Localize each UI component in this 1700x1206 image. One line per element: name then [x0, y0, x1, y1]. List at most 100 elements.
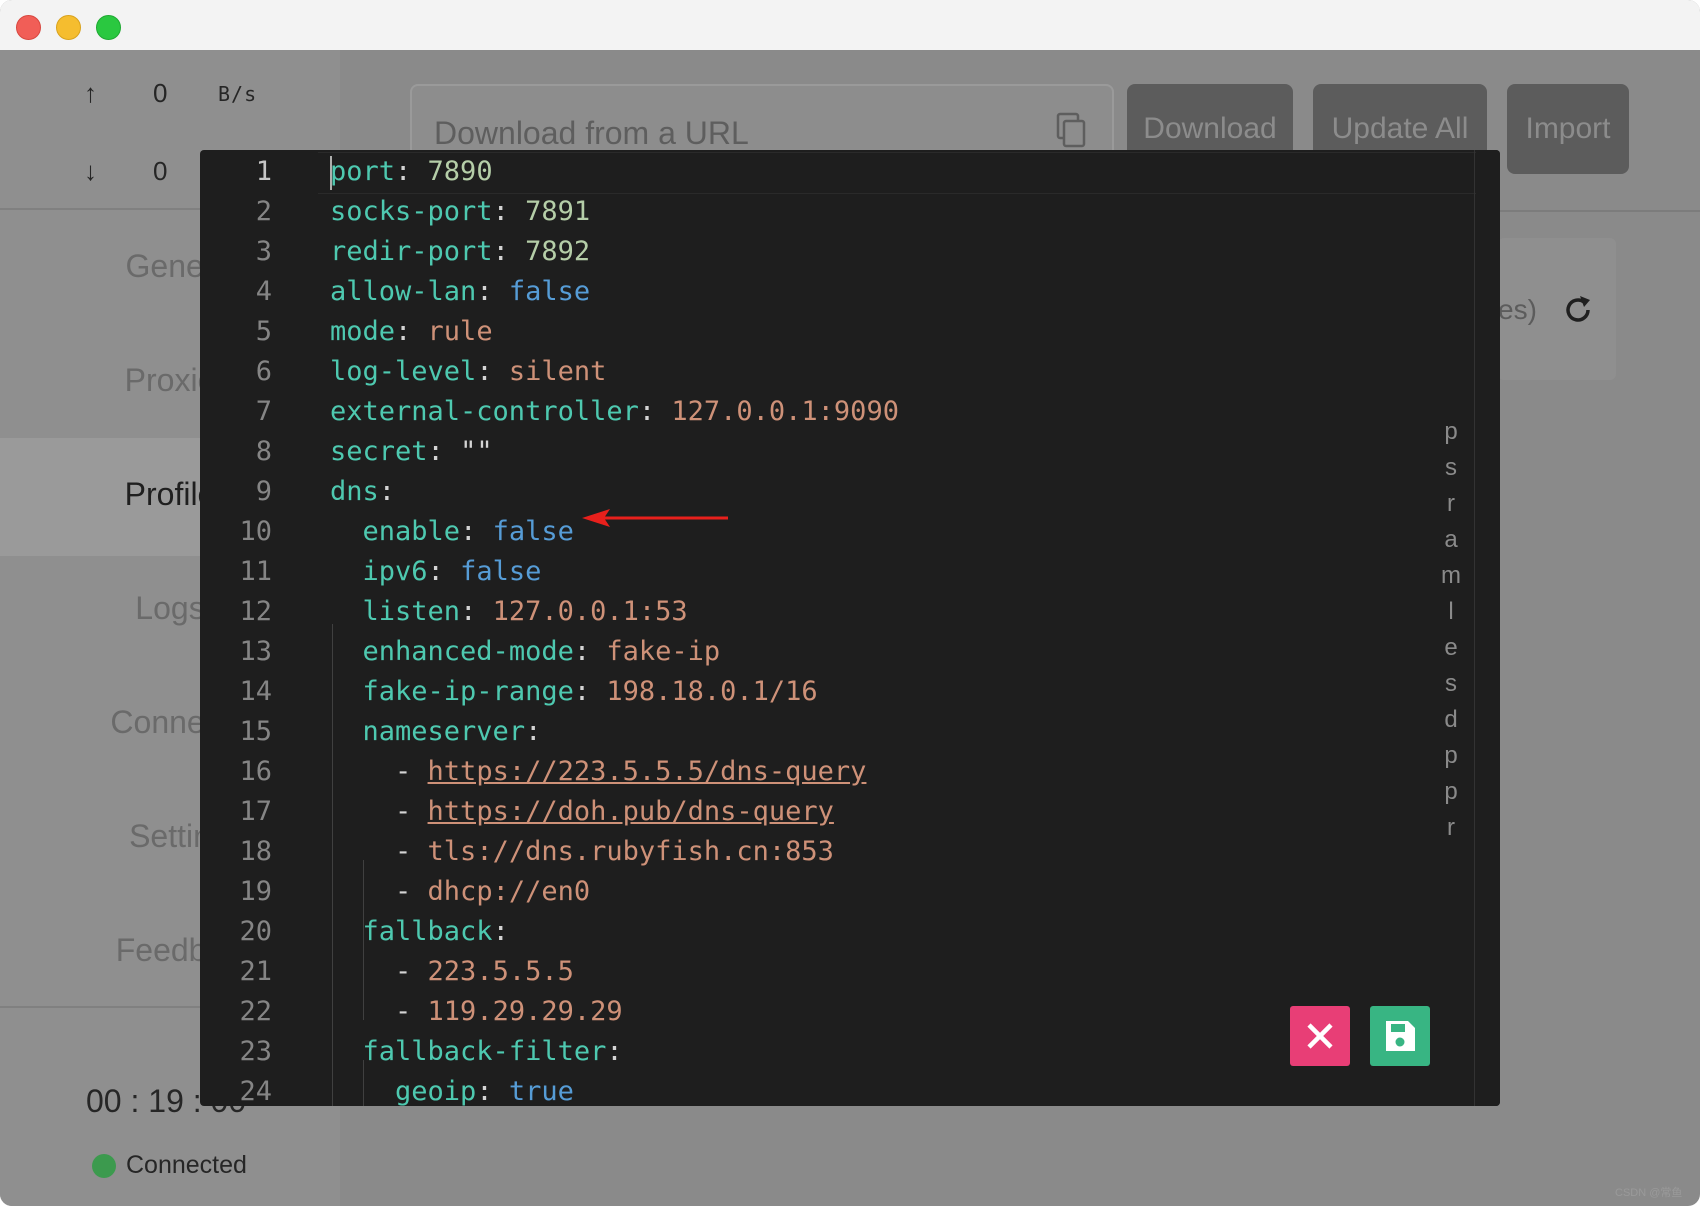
yaml-value: 198.18.0.1/16 [606, 676, 818, 707]
code-line[interactable]: listen: 127.0.0.1:53 [330, 596, 688, 627]
code-line[interactable]: - dhcp://en0 [330, 876, 590, 907]
yaml-key: fallback [362, 916, 493, 947]
yaml-separator: : [378, 476, 396, 507]
code-line[interactable]: nameserver: [330, 716, 542, 747]
yaml-value: 127.0.0.1:53 [492, 596, 688, 627]
window-minimize-button[interactable] [56, 15, 81, 40]
code-line[interactable]: mode: rule [330, 316, 493, 347]
line-number: 24 [239, 1076, 272, 1106]
text-cursor [330, 156, 332, 190]
yaml-separator: : [492, 236, 526, 267]
code-line[interactable]: - https://223.5.5.5/dns-query [330, 756, 866, 787]
code-line[interactable]: fallback-filter: [330, 1036, 623, 1067]
yaml-separator: : [573, 636, 607, 667]
yaml-value: 223.5.5.5 [427, 956, 574, 987]
indent-guide [363, 1060, 364, 1106]
window-close-button[interactable] [16, 15, 41, 40]
yaml-separator: - [395, 796, 428, 827]
yaml-key: enhanced-mode [362, 636, 574, 667]
code-line[interactable]: allow-lan: false [330, 276, 590, 307]
code-line[interactable]: redir-port: 7892 [330, 236, 590, 267]
upload-unit: B/s [218, 82, 258, 106]
cancel-button[interactable] [1290, 1006, 1350, 1066]
code-line[interactable]: secret: "" [330, 436, 493, 467]
line-number: 2 [255, 196, 272, 227]
yaml-value: false [492, 516, 574, 547]
yaml-separator: : [476, 356, 509, 387]
line-number: 1 [255, 156, 272, 187]
minimap[interactable] [1476, 150, 1500, 1106]
code-line[interactable]: - tls://dns.rubyfish.cn:853 [330, 836, 834, 867]
yaml-value[interactable]: https://223.5.5.5/dns-query [428, 756, 867, 787]
connected-status-icon [92, 1154, 116, 1178]
yaml-key: dns [330, 476, 379, 507]
yaml-separator: : [427, 556, 461, 587]
line-number: 21 [239, 956, 272, 987]
yaml-key: redir-port [330, 236, 493, 267]
yaml-separator: : [427, 436, 461, 467]
download-arrow-icon: ↓ [84, 156, 97, 186]
side-letter: e [1444, 634, 1458, 661]
yaml-key: log-level [330, 356, 477, 387]
url-input[interactable] [432, 112, 1016, 154]
side-letters: psramlesdppr [1436, 414, 1466, 846]
code-line[interactable]: fake-ip-range: 198.18.0.1/16 [330, 676, 818, 707]
line-number: 15 [239, 716, 272, 747]
yaml-key: allow-lan [330, 276, 477, 307]
line-number: 3 [255, 236, 272, 267]
window-zoom-button[interactable] [96, 15, 121, 40]
line-number: 19 [239, 876, 272, 907]
config-editor[interactable]: 1 2 3 4 5 6 7 8 9 10 11 12 13 14 15 16 17 18 19 20 21 22 23 24 … [200, 150, 1500, 1106]
line-number: 7 [255, 396, 272, 427]
code-line[interactable]: port: 7890 [330, 156, 493, 187]
code-line[interactable]: enable: false [330, 516, 574, 547]
yaml-separator: : [476, 276, 509, 307]
yaml-value[interactable]: https://doh.pub/dns-query [428, 796, 834, 827]
side-letter: p [1444, 742, 1458, 769]
code-line[interactable]: fallback: [330, 916, 509, 947]
profile-card[interactable]: es) [1498, 238, 1616, 380]
yaml-separator: : [492, 196, 526, 227]
code-line[interactable]: ipv6: false [330, 556, 542, 587]
yaml-key: nameserver [362, 716, 526, 747]
line-number: 20 [239, 916, 272, 947]
watermark: CSDN @常鱼 [1615, 1187, 1683, 1199]
side-letter: r [1447, 490, 1455, 517]
code-line[interactable]: enhanced-mode: fake-ip [330, 636, 721, 667]
yaml-separator: : [492, 916, 509, 947]
code-line[interactable]: external-controller: 127.0.0.1:9090 [330, 396, 899, 427]
yaml-separator: : [476, 1076, 509, 1106]
yaml-value: 127.0.0.1:9090 [671, 396, 899, 427]
yaml-value: false [460, 556, 542, 587]
code-line[interactable]: - 223.5.5.5 [330, 956, 574, 987]
yaml-value: fake-ip [606, 636, 721, 667]
code-line[interactable]: socks-port: 7891 [330, 196, 590, 227]
yaml-separator: : [460, 516, 493, 547]
copy-icon[interactable] [1056, 112, 1086, 148]
refresh-icon[interactable] [1560, 292, 1596, 328]
save-button[interactable] [1370, 1006, 1430, 1066]
code-line[interactable]: dns: [330, 476, 395, 507]
yaml-key: fallback-filter [362, 1036, 607, 1067]
code-line[interactable]: log-level: silent [330, 356, 606, 387]
code-line[interactable]: geoip: true [330, 1076, 574, 1106]
side-letter: m [1441, 562, 1461, 589]
yaml-separator: - [395, 956, 428, 987]
yaml-value: "" [460, 436, 493, 467]
code-line[interactable]: - https://doh.pub/dns-query [330, 796, 834, 827]
side-letter: p [1444, 778, 1458, 805]
import-button[interactable]: Import [1507, 84, 1629, 174]
yaml-value: false [508, 276, 591, 307]
close-icon [1307, 1023, 1333, 1049]
yaml-key: mode [330, 316, 396, 347]
floppy-disk-icon [1386, 1021, 1415, 1051]
line-number: 8 [255, 436, 272, 467]
code-line[interactable]: - 119.29.29.29 [330, 996, 623, 1027]
line-number: 17 [239, 796, 272, 827]
yaml-key: socks-port [330, 196, 493, 227]
